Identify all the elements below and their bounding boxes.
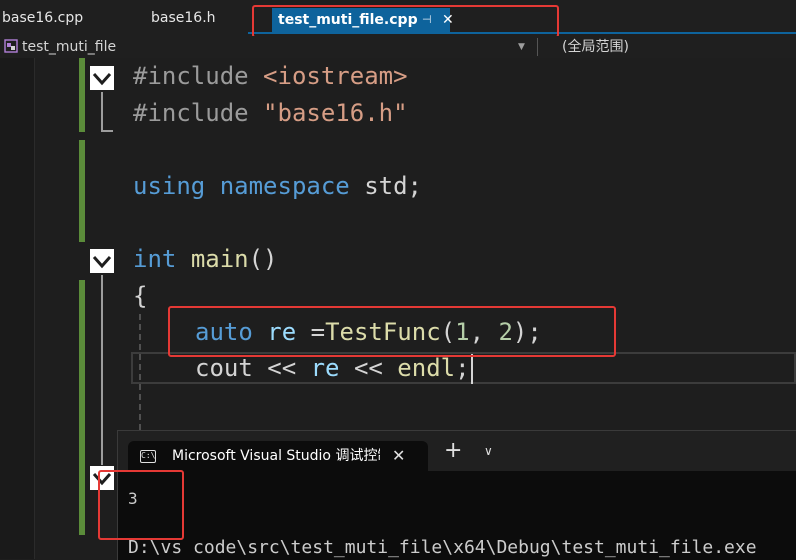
preprocessor-directive: #include [133, 62, 264, 90]
console-titlebar: C:\ Microsoft Visual Studio 调试控制台 ✕ + ∨ [118, 431, 796, 471]
code-line-7[interactable]: { [133, 278, 147, 314]
gutter-separator [34, 58, 35, 559]
keyword: using [133, 172, 206, 200]
fold-line [101, 275, 103, 465]
code-text: std; [349, 172, 422, 200]
include-target: <iostream> [263, 62, 408, 90]
fold-collapse-icon[interactable] [90, 66, 114, 90]
change-indicator [79, 140, 85, 242]
chevron-down-icon[interactable]: ▼ [518, 36, 525, 58]
function-name: endl [397, 354, 456, 382]
code-text: cout << [195, 354, 311, 382]
text-caret [470, 354, 473, 384]
editor-gutter [0, 58, 34, 559]
console-exe-path: D:\vs code\src\test_muti_file\x64\Debug\… [128, 537, 757, 558]
fold-end-tick [101, 130, 113, 132]
include-target: "base16.h" [263, 99, 408, 127]
console-title: Microsoft Visual Studio 调试控制台 [172, 448, 380, 464]
code-line-1[interactable]: #include <iostream> [133, 58, 408, 94]
fold-line [101, 92, 103, 132]
change-indicator [79, 58, 85, 132]
highlight-box-console-output [98, 470, 184, 540]
code-line-6[interactable]: int main() [133, 241, 278, 277]
navigation-bar: test_muti_file ▼ (全局范围) [0, 36, 796, 59]
code-line-4[interactable]: using namespace std; [133, 168, 422, 204]
debug-console-window[interactable]: C:\ Microsoft Visual Studio 调试控制台 ✕ + ∨ … [117, 430, 796, 560]
fold-collapse-icon[interactable] [90, 249, 114, 273]
console-icon: C:\ [140, 450, 156, 463]
code-line-2[interactable]: #include "base16.h" [133, 95, 408, 131]
code-text: << [339, 354, 398, 382]
keyword: namespace [219, 172, 350, 200]
scope-dropdown[interactable]: test_muti_file [22, 36, 116, 58]
global-scope-dropdown[interactable]: (全局范围) [562, 36, 629, 58]
code-text: () [248, 245, 278, 273]
close-icon[interactable]: ✕ [392, 441, 405, 471]
highlight-box-testfunc-line [168, 306, 616, 357]
variable: re [310, 354, 340, 382]
function-name: main [190, 245, 249, 273]
keyword: int [133, 245, 177, 273]
project-scope-icon [4, 39, 18, 53]
console-tab[interactable]: C:\ Microsoft Visual Studio 调试控制台 ✕ [128, 441, 428, 471]
preprocessor-directive: #include [133, 99, 264, 127]
highlight-box-active-tab [252, 5, 559, 38]
tab-base16-h[interactable]: base16.h [151, 0, 216, 36]
new-tab-icon[interactable]: + [444, 439, 462, 463]
code-text: { [133, 282, 148, 310]
nav-separator [537, 38, 538, 56]
code-text: ; [455, 354, 470, 382]
tab-base16-cpp[interactable]: base16.cpp [2, 0, 83, 36]
change-indicator [79, 280, 85, 535]
chevron-down-icon[interactable]: ∨ [484, 441, 493, 461]
